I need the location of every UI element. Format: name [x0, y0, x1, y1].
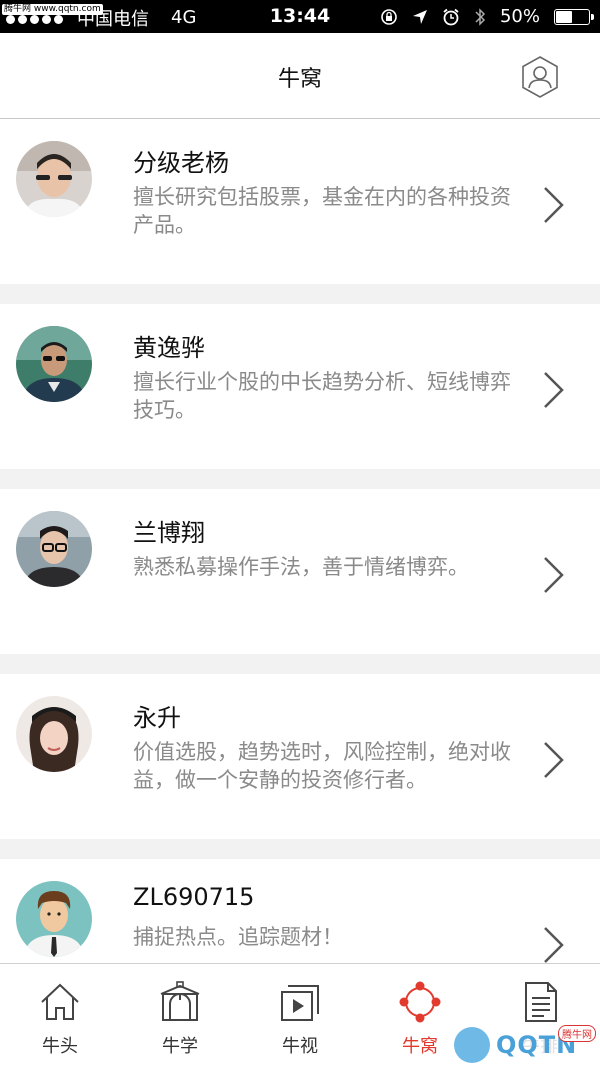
expert-card[interactable]: 兰博翔 熟悉私募操作手法，善于情绪博弈。	[0, 489, 600, 654]
nest-icon	[399, 981, 441, 1023]
status-right: 50%	[380, 0, 594, 33]
avatar	[16, 326, 92, 402]
battery-percent: 50%	[499, 6, 540, 27]
expert-card[interactable]: 永升 价值选股，趋势选时，风险控制，绝对收益，做一个安静的投资修行者。	[0, 674, 600, 839]
status-bar: 中国电信 4G 腾牛网 www.qqtn.com 13:44 50%	[0, 0, 600, 33]
expert-name: 永升	[133, 704, 181, 732]
user-icon	[522, 56, 558, 98]
expert-description: 熟悉私募操作手法，善于情绪博弈。	[133, 555, 469, 579]
tab-niuxue[interactable]: 牛学	[120, 964, 240, 1067]
alarm-icon	[443, 8, 459, 25]
school-icon	[160, 981, 200, 1021]
expert-description: 擅长研究包括股票，基金在内的各种投资产品。	[133, 185, 511, 237]
watermark-logo-icon	[454, 1027, 490, 1063]
bluetooth-icon	[475, 7, 486, 26]
video-icon	[281, 985, 319, 1021]
expert-name: 分级老杨	[133, 149, 229, 177]
expert-name: ZL690715	[133, 883, 255, 911]
chevron-right-icon	[544, 557, 564, 593]
expert-card[interactable]: 分级老杨 擅长研究包括股票，基金在内的各种投资产品。	[0, 119, 600, 284]
chevron-right-icon	[544, 742, 564, 778]
tab-label: 牛头	[42, 1036, 78, 1057]
tab-niutou[interactable]: 牛头	[0, 964, 120, 1067]
chevron-right-icon	[544, 372, 564, 408]
expert-card[interactable]: 黄逸骅 擅长行业个股的中长趋势分析、短线博弈技巧。	[0, 304, 600, 469]
expert-name: 兰博翔	[133, 519, 205, 547]
orientation-lock-icon	[381, 8, 397, 25]
expert-list: 分级老杨 擅长研究包括股票，基金在内的各种投资产品。 黄逸骅 擅长行业个股的中长…	[0, 119, 600, 1044]
tab-label: 牛学	[162, 1036, 198, 1057]
expert-description: 价值选股，趋势选时，风险控制，绝对收益，做一个安静的投资修行者。	[133, 740, 511, 792]
watermark-badge: 腾牛网	[558, 1025, 596, 1042]
avatar	[16, 696, 92, 772]
tab-bar: 牛头 牛学 牛视 牛窝 牛排 QQTN 腾牛网	[0, 963, 600, 1067]
tab-label: 牛视	[282, 1036, 318, 1057]
avatar	[16, 141, 92, 217]
navigation-bar: 牛窝	[0, 33, 600, 119]
avatar	[16, 511, 92, 587]
chevron-right-icon	[544, 927, 564, 963]
document-icon	[525, 982, 557, 1022]
avatar	[16, 881, 92, 957]
corner-watermark: QQTN 腾牛网	[450, 1023, 600, 1067]
expert-description: 捕捉热点。追踪题材！	[133, 925, 343, 949]
location-arrow-icon	[412, 9, 427, 24]
chevron-right-icon	[544, 187, 564, 223]
battery-level-fill	[556, 10, 572, 23]
expert-description: 擅长行业个股的中长趋势分析、短线博弈技巧。	[133, 370, 511, 422]
battery-icon	[554, 8, 594, 25]
tab-niushi[interactable]: 牛视	[240, 964, 360, 1067]
expert-name: 黄逸骅	[133, 334, 205, 362]
page-title: 牛窝	[277, 67, 322, 92]
user-profile-button[interactable]	[520, 55, 560, 99]
home-icon	[41, 983, 79, 1020]
